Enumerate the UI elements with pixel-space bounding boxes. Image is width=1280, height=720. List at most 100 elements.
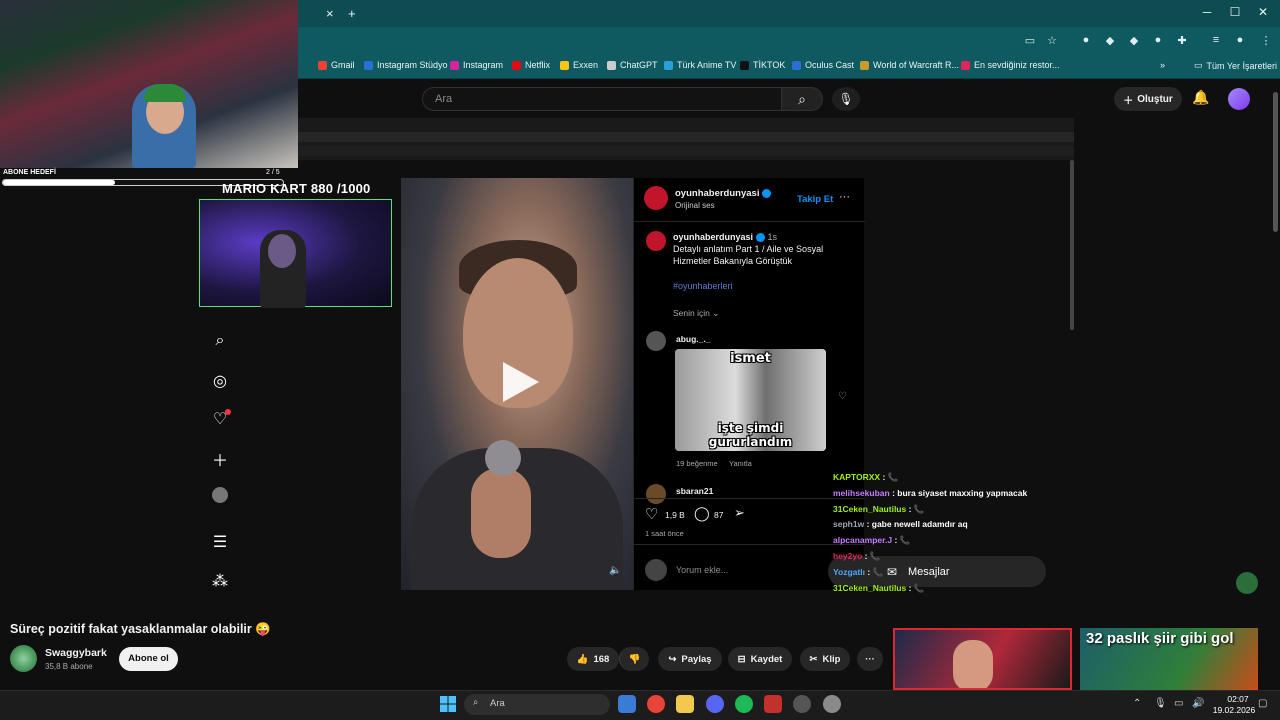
clip-button[interactable]: ✂ Klip bbox=[800, 647, 850, 671]
extension-icon[interactable]: ● bbox=[1150, 34, 1166, 46]
author-name: oyunhaberdunyasi bbox=[675, 188, 772, 199]
plus-icon: ＋ bbox=[211, 453, 228, 470]
bookmark-label: Exxen bbox=[573, 60, 599, 70]
share-send-icon: ➢ bbox=[734, 505, 745, 520]
bookmark-item[interactable]: World of Warcraft R... bbox=[860, 60, 959, 70]
recommended-thumbnail[interactable] bbox=[893, 628, 1072, 690]
volume-icon[interactable]: 🔊 bbox=[1192, 698, 1204, 709]
app-icon[interactable] bbox=[793, 695, 811, 713]
minimize-button[interactable]: ─ bbox=[1192, 5, 1222, 19]
bookmark-icon: ⊟ bbox=[737, 653, 746, 665]
chat-message: melihsekuban : bura siyaset maxxing yapm… bbox=[833, 488, 1027, 498]
clock-time[interactable]: 02:07 bbox=[1218, 694, 1258, 704]
account-avatar[interactable] bbox=[1228, 88, 1250, 110]
network-icon[interactable]: ▭ bbox=[1174, 698, 1183, 709]
chat-username: seph1w bbox=[833, 519, 865, 530]
bookmark-item[interactable]: Türk Anime TV bbox=[664, 60, 736, 70]
bookmark-item[interactable]: ChatGPT bbox=[607, 60, 658, 70]
windows-start-icon[interactable] bbox=[440, 696, 456, 712]
channel-name[interactable]: Swaggybark bbox=[45, 647, 107, 659]
follow-button: Takip Et bbox=[797, 194, 834, 205]
spotify-icon[interactable] bbox=[735, 695, 753, 713]
taskbar-search-label: Ara bbox=[490, 698, 505, 709]
extension-icon[interactable]: ◆ bbox=[1102, 34, 1118, 47]
thumbs-down-icon: 👎 bbox=[628, 653, 641, 665]
browser-menu-icon[interactable]: ⋮ bbox=[1258, 34, 1274, 47]
save-button[interactable]: ⊟ Kaydet bbox=[728, 647, 792, 671]
recommended-thumbnail[interactable]: 32 paslık şiir gibi gol bbox=[1080, 628, 1258, 690]
extension-icon[interactable]: ◆ bbox=[1126, 34, 1142, 47]
bookmark-item[interactable]: Gmail bbox=[318, 60, 355, 70]
share-label: Paylaş bbox=[681, 653, 712, 665]
bookmark-item[interactable]: Exxen bbox=[560, 60, 598, 70]
comment-avatar bbox=[646, 484, 666, 504]
microphone-icon[interactable]: 🎙 bbox=[1154, 698, 1167, 709]
page-scrollbar-thumb[interactable] bbox=[1273, 92, 1278, 232]
create-button[interactable]: ＋ Oluştur bbox=[1114, 87, 1182, 111]
bookmark-label: Türk Anime TV bbox=[677, 60, 737, 70]
extensions-puzzle-icon[interactable]: ✚ bbox=[1174, 34, 1190, 47]
profile-avatar bbox=[212, 487, 228, 503]
bookmark-item[interactable]: Instagram Stüdyo bbox=[364, 60, 448, 70]
discord-icon[interactable] bbox=[706, 695, 724, 713]
extension-icon[interactable]: ● bbox=[1078, 34, 1094, 46]
voice-search-button[interactable]: 🎙 bbox=[832, 87, 860, 111]
save-label: Kaydet bbox=[750, 653, 783, 665]
bookmark-star-icon[interactable]: ☆ bbox=[1044, 34, 1060, 47]
bookmark-favicon-icon bbox=[961, 60, 970, 70]
hashtag-link: #oyunhaberleri bbox=[673, 281, 733, 291]
clock-date[interactable]: 19.02.2026 bbox=[1210, 705, 1258, 715]
scissors-icon: ✂ bbox=[809, 653, 818, 665]
app-icon[interactable] bbox=[618, 695, 636, 713]
bookmark-label: World of Warcraft R... bbox=[873, 60, 960, 70]
bookmark-label: Netflix bbox=[525, 60, 551, 70]
channel-avatar[interactable] bbox=[10, 645, 37, 672]
mario-kart-counter: MARIO KART 880 /1000 bbox=[222, 181, 371, 196]
dislike-button[interactable]: 👎 bbox=[619, 647, 649, 671]
chat-text: : 📞 bbox=[882, 472, 899, 482]
cast-icon[interactable]: ▭ bbox=[1022, 34, 1038, 47]
taskbar-search[interactable]: ⌕ Ara bbox=[464, 694, 610, 715]
bookmark-item[interactable]: Oculus Cast bbox=[792, 60, 854, 70]
apps-icon: ⁂ bbox=[212, 573, 228, 590]
notifications-bell-icon[interactable]: 🔔 bbox=[1192, 89, 1209, 106]
app-icon[interactable] bbox=[764, 695, 782, 713]
comment-reply: Yanıtla bbox=[729, 459, 752, 468]
profile-avatar-icon[interactable]: ● bbox=[1232, 34, 1248, 46]
bookmark-item[interactable]: Instagram bbox=[450, 60, 503, 70]
like-button[interactable]: 👍 168 bbox=[567, 647, 619, 671]
chrome-icon[interactable] bbox=[647, 695, 665, 713]
share-button[interactable]: ↪ Paylaş bbox=[658, 647, 722, 671]
tray-chevron-icon[interactable]: ⌃ bbox=[1133, 698, 1141, 709]
tab-close-button[interactable]: × bbox=[326, 6, 334, 21]
subscriber-count: 35,8 B abone bbox=[45, 662, 93, 671]
notification-icon[interactable]: ▢ bbox=[1258, 698, 1267, 709]
chat-username: 31Ceken_Nautilus bbox=[833, 503, 907, 514]
settings-icon[interactable] bbox=[823, 695, 841, 713]
bookmark-favicon-icon bbox=[512, 60, 521, 70]
chat-message: 31Ceken_Nautilus : 📞 bbox=[833, 504, 924, 515]
search-input[interactable]: Ara bbox=[422, 87, 782, 111]
tab-search-icon[interactable]: ≡ bbox=[1208, 34, 1224, 46]
chat-username: melihsekuban bbox=[833, 487, 890, 498]
all-bookmarks-folder[interactable]: ▭ Tüm Yer İşaretleri bbox=[1194, 60, 1277, 71]
new-tab-button[interactable]: + bbox=[348, 6, 356, 21]
bookmark-item[interactable]: TİKTOK bbox=[740, 60, 785, 70]
bookmarks-more-button[interactable]: » bbox=[1160, 60, 1165, 70]
maximize-button[interactable]: ☐ bbox=[1220, 5, 1250, 19]
search-button[interactable]: ⌕ bbox=[781, 87, 823, 111]
second-webcam bbox=[199, 199, 392, 308]
bookmark-item[interactable]: Netflix bbox=[512, 60, 550, 70]
bookmark-favicon-icon bbox=[607, 60, 616, 70]
window-close-button[interactable]: ✕ bbox=[1248, 5, 1278, 19]
comment-count: 87 bbox=[714, 510, 724, 520]
messages-label: Mesajlar bbox=[908, 566, 950, 578]
comment-bubble-icon: ◯ bbox=[694, 505, 710, 521]
caption-header: oyunhaberdunyasi 1s bbox=[673, 232, 778, 243]
bookmark-favicon-icon bbox=[860, 60, 869, 70]
thumbs-up-icon: 👍 bbox=[576, 653, 589, 665]
file-explorer-icon[interactable] bbox=[676, 695, 694, 713]
more-actions-button[interactable]: ··· bbox=[857, 647, 883, 671]
subscribe-button[interactable]: Abone ol bbox=[119, 647, 178, 671]
bookmark-item[interactable]: En sevdiğiniz restor... bbox=[961, 60, 1060, 70]
